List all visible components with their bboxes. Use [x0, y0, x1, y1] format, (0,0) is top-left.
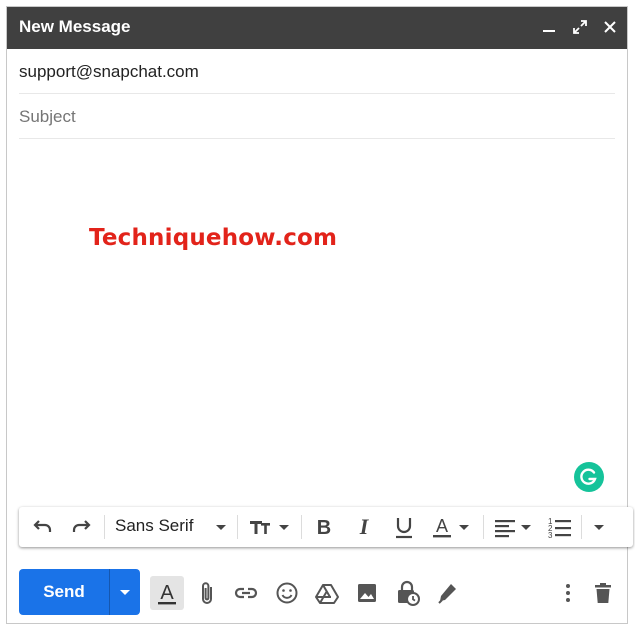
formatting-toolbar: Sans Serif B I A 1 2 3: [19, 507, 633, 547]
compose-title: New Message: [19, 17, 131, 36]
more-options-icon[interactable]: [553, 578, 583, 608]
text-size-icon[interactable]: [247, 514, 293, 540]
message-body[interactable]: [19, 140, 615, 500]
subject-field[interactable]: [19, 95, 615, 139]
align-icon[interactable]: [493, 514, 539, 540]
subject-input[interactable]: [19, 95, 615, 138]
svg-text:A: A: [436, 516, 448, 536]
svg-text:A: A: [160, 582, 174, 604]
redo-icon[interactable]: [69, 514, 95, 540]
minimize-icon[interactable]: [538, 16, 560, 38]
toolbar-separator: [483, 515, 484, 539]
link-icon[interactable]: [231, 578, 261, 608]
watermark-text: Techniquehow.com: [89, 225, 338, 251]
recipients-field[interactable]: [19, 50, 615, 94]
toolbar-separator: [104, 515, 105, 539]
more-formatting-icon[interactable]: [589, 514, 609, 540]
font-selector[interactable]: Sans Serif: [115, 516, 193, 536]
grammarly-icon[interactable]: [574, 462, 604, 492]
compose-titlebar[interactable]: New Message: [7, 7, 627, 49]
numbered-list-icon[interactable]: 1 2 3: [547, 514, 573, 540]
drive-icon[interactable]: [312, 578, 342, 608]
toolbar-separator: [581, 515, 582, 539]
attach-icon[interactable]: [193, 578, 223, 608]
italic-icon[interactable]: I: [351, 514, 377, 540]
svg-text:B: B: [317, 517, 331, 539]
schedule-send-button[interactable]: [109, 569, 140, 615]
bold-icon[interactable]: B: [311, 514, 337, 540]
discard-icon[interactable]: [588, 578, 618, 608]
to-input[interactable]: [19, 50, 615, 93]
photo-icon[interactable]: [352, 578, 382, 608]
send-button[interactable]: Send: [19, 569, 109, 615]
close-icon[interactable]: [599, 16, 621, 38]
chevron-down-icon[interactable]: [213, 514, 229, 540]
undo-icon[interactable]: [29, 514, 55, 540]
underline-icon[interactable]: [391, 514, 417, 540]
signature-icon[interactable]: [432, 578, 462, 608]
formatting-options-icon[interactable]: A: [150, 576, 184, 610]
svg-text:I: I: [359, 514, 370, 539]
emoji-icon[interactable]: [272, 578, 302, 608]
confidential-mode-icon[interactable]: [392, 578, 422, 608]
expand-icon[interactable]: [569, 16, 591, 38]
toolbar-separator: [237, 515, 238, 539]
svg-text:3: 3: [548, 531, 553, 540]
compose-window: New Message Techniquehow.com: [6, 6, 633, 624]
toolbar-separator: [301, 515, 302, 539]
text-color-icon[interactable]: A: [431, 514, 477, 540]
